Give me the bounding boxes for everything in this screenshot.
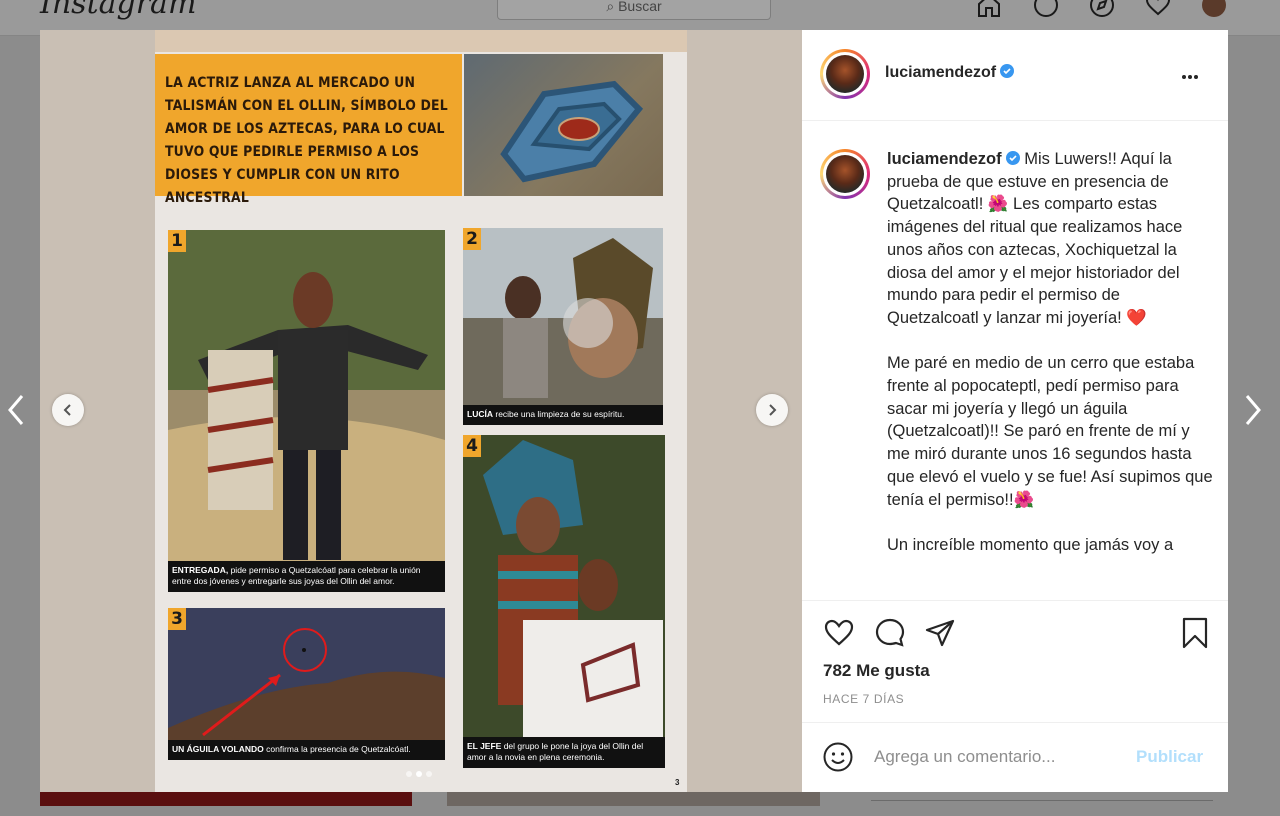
panel-number: 1 — [168, 230, 186, 252]
magazine-headline: LA ACTRIZ LANZA AL MERCADO UN TALISMÁN C… — [155, 54, 462, 206]
caption-author-avatar[interactable] — [820, 149, 870, 199]
verified-badge-icon — [1000, 64, 1015, 78]
carousel-dot — [426, 771, 432, 777]
panel-caption: EL JEFE del grupo le pone la joya del Ol… — [463, 737, 665, 768]
explore-icon[interactable] — [1089, 0, 1115, 18]
previous-post-arrow-icon[interactable] — [4, 392, 28, 428]
panel-number: 2 — [463, 228, 481, 250]
author-avatar[interactable] — [820, 49, 870, 99]
caption-scroll-area[interactable]: luciamendezof Mis Luwers!! Aquí la prueb… — [802, 122, 1228, 600]
likes-count[interactable]: 782 Me gusta — [823, 661, 930, 681]
home-icon[interactable] — [976, 0, 1002, 18]
more-options-button[interactable] — [1182, 66, 1204, 82]
panel-caption: ENTREGADA, pide permiso a Quetzalcóatl p… — [168, 561, 445, 592]
magazine-page-photo: LA ACTRIZ LANZA AL MERCADO UN TALISMÁN C… — [155, 30, 687, 792]
ollin-symbol-image — [464, 54, 663, 196]
post-actions: 782 Me gusta HACE 7 DÍAS — [802, 600, 1228, 722]
caption-paragraph-3: Un increíble momento que jamás voy a — [887, 535, 1174, 554]
background-post-thumbnail — [40, 792, 412, 806]
author-username[interactable]: luciamendezof — [885, 64, 1015, 82]
publish-button[interactable]: Publicar — [1136, 747, 1203, 767]
panel-caption: UN ÁGUILA VOLANDO confirma la presencia … — [168, 740, 445, 760]
verified-badge-icon — [1005, 151, 1020, 165]
post-timestamp[interactable]: HACE 7 DÍAS — [823, 692, 904, 706]
comment-bubble-icon[interactable] — [874, 617, 906, 649]
comment-input[interactable] — [874, 744, 1124, 770]
magazine-panel-4: 4 EL JEFE del grupo le pone la joya del … — [463, 435, 665, 768]
panel-number: 4 — [463, 435, 481, 457]
magazine-panel-2: 2 LUCÍA recibe una limpieza de su espíri… — [463, 228, 663, 425]
messenger-icon[interactable] — [1033, 0, 1059, 18]
comment-bar: Publicar — [802, 722, 1228, 792]
search-box[interactable]: ⌕ Buscar — [497, 0, 771, 20]
panel-number: 3 — [168, 608, 186, 630]
background-divider — [871, 800, 1213, 801]
magazine-page-number: 3 — [675, 778, 680, 787]
carousel-next-button[interactable] — [756, 394, 788, 426]
carousel-prev-button[interactable] — [52, 394, 84, 426]
magazine-panel-3: 3 UN ÁGUILA VOLANDO confirma la presenci… — [168, 608, 445, 760]
post-caption: luciamendezof Mis Luwers!! Aquí la prueb… — [887, 148, 1215, 579]
magazine-panel-1: 1 ENTREGADA, pide permiso a Quetzalcóatl… — [168, 230, 445, 592]
share-paper-plane-icon[interactable] — [924, 617, 956, 649]
magazine-headline-text: LA ACTRIZ LANZA AL MERCADO UN TALISMÁN C… — [165, 75, 448, 206]
carousel-dot — [406, 771, 412, 777]
post-details-panel: luciamendezof luciamendezof Mis Luwers!!… — [802, 30, 1228, 792]
caption-paragraph-2: Me paré en medio de un cerro que estaba … — [887, 354, 1213, 509]
heart-icon[interactable] — [1145, 0, 1171, 18]
search-placeholder: Buscar — [618, 0, 662, 14]
post-media[interactable]: LA ACTRIZ LANZA AL MERCADO UN TALISMÁN C… — [40, 30, 802, 792]
carousel-dot-active — [416, 771, 422, 777]
save-bookmark-icon[interactable] — [1179, 617, 1211, 649]
caption-username[interactable]: luciamendezof — [887, 150, 1002, 168]
carousel-indicator — [404, 764, 434, 782]
profile-avatar[interactable] — [1201, 0, 1227, 18]
next-post-arrow-icon[interactable] — [1241, 392, 1265, 428]
panel-caption: LUCÍA recibe una limpieza de su espíritu… — [463, 405, 663, 425]
post-header: luciamendezof — [802, 30, 1228, 121]
caption-paragraph-1: Mis Luwers!! Aquí la prueba de que estuv… — [887, 150, 1183, 327]
like-heart-icon[interactable] — [823, 617, 855, 649]
instagram-logo[interactable]: Instagram — [40, 0, 196, 21]
emoji-smiley-icon[interactable] — [822, 741, 854, 773]
background-post-thumbnail — [447, 792, 820, 806]
